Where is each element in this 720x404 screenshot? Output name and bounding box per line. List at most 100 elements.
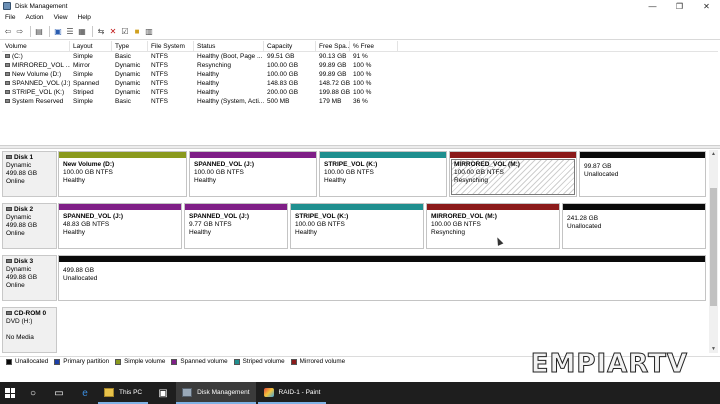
pane-splitter[interactable] (0, 145, 720, 149)
volume-partition[interactable]: SPANNED_VOL (J:) 9.77 GB NTFS Healthy (184, 203, 288, 249)
partition-details: New Volume (D:) 100.00 GB NTFS Healthy (61, 160, 184, 194)
taskbar: ○ ▭ e This PC ▣ Disk Management RAID-1 -… (0, 382, 720, 404)
menu-bar: File Action View Help (0, 12, 720, 23)
volume-partition[interactable]: MIRRORED_VOL (M:) 100.00 GB NTFS Resynchin… (449, 151, 577, 197)
scrollbar-thumb[interactable] (710, 188, 717, 306)
unallocated-space[interactable]: 241.28 GB Unallocated (562, 203, 706, 249)
start-button[interactable] (0, 382, 20, 404)
cell-volume: System Reserved (2, 97, 70, 106)
cell-layout: Mirror (73, 62, 90, 69)
column-status[interactable]: Status (194, 41, 264, 51)
column-volume[interactable]: Volume (2, 41, 70, 51)
open-folder-icon[interactable]: ■ (132, 26, 142, 36)
store-icon[interactable]: ▣ (150, 382, 176, 404)
partition-size: 100.00 GB NTFS (454, 169, 504, 176)
task-view-icon[interactable]: ▭ (46, 382, 72, 404)
cell-type: Dynamic (115, 62, 141, 69)
column-file-system[interactable]: File System (148, 41, 194, 51)
unallocated-space[interactable]: 99.87 GB Unallocated (579, 151, 706, 197)
volume-name: STRIPE_VOL (K:) (12, 89, 65, 96)
disk-management-window: Disk Management — ❐ ✕ File Action View H… (0, 0, 720, 382)
legend-label: Unallocated (15, 358, 49, 365)
task-this-pc[interactable]: This PC (98, 382, 149, 404)
edge-browser-icon[interactable]: e (72, 382, 98, 404)
cell-free-space: 99.89 GB (319, 62, 347, 69)
column-capacity[interactable]: Capacity (264, 41, 316, 51)
table-row[interactable]: MIRRORED_VOL ... Mirror Dynamic NTFS Resynch… (2, 61, 718, 70)
disk-size: 499.88 GB (6, 170, 38, 177)
volume-partition[interactable]: STRIPE_VOL (K:) 100.00 GB NTFS Healthy (319, 151, 447, 197)
column-layout[interactable]: Layout (70, 41, 112, 51)
partition-size: 100.00 GB NTFS (194, 169, 244, 176)
partition-color-bar (59, 204, 181, 210)
volume-partition[interactable]: MIRRORED_VOL (M:) 100.00 GB NTFS Resynchin… (426, 203, 560, 249)
delete-icon[interactable]: ✕ (108, 26, 118, 36)
cell-file-system: NTFS (151, 89, 168, 96)
volume-list-header: Volume Layout Type File System Status Ca… (2, 41, 718, 52)
volume-partition[interactable]: SPANNED_VOL (J:) 48.83 GB NTFS Healthy (58, 203, 182, 249)
disk-label[interactable]: Disk 3 Dynamic 499.88 GB Online (2, 255, 57, 301)
table-row[interactable]: SPANNED_VOL (J:) Spanned Dynamic NTFS Health… (2, 79, 718, 88)
table-row[interactable]: (C:) Simple Basic NTFS Healthy (Boot, Page .… (2, 52, 718, 61)
menu-file[interactable]: File (0, 14, 20, 21)
maximize-button[interactable]: ❐ (666, 0, 693, 12)
view-icon[interactable]: ▥ (144, 26, 154, 36)
partition-status: Healthy (63, 177, 86, 184)
menu-help[interactable]: Help (73, 14, 96, 21)
vertical-scrollbar[interactable]: ▲ ▼ (709, 150, 718, 353)
back-arrow-icon[interactable]: ⇦ (3, 26, 13, 36)
partition-details: 499.88 GB Unallocated (61, 264, 703, 298)
toolbar: ⇦ ⇨ ▤ ▣ ☰ ▦ ⇆ ✕ ☑ ■ ▥ (0, 23, 720, 40)
connect-icon[interactable]: ⇆ (96, 26, 106, 36)
column-percent-free[interactable]: % Free (350, 41, 398, 51)
cell-capacity: 99.51 GB (267, 53, 295, 60)
scroll-up-icon[interactable]: ▲ (709, 150, 718, 158)
cell-type: Basic (115, 53, 131, 60)
scroll-down-icon[interactable]: ▼ (709, 345, 718, 353)
task-paint[interactable]: RAID-1 - Paint (257, 382, 327, 404)
list-view-icon[interactable]: ☰ (65, 26, 75, 36)
partition-details: MIRRORED_VOL (M:) 100.00 GB NTFS Resynchin… (451, 159, 575, 195)
close-button[interactable]: ✕ (693, 0, 720, 12)
partition-name: SPANNED_VOL (J:) (194, 161, 255, 168)
properties-icon[interactable]: ▣ (53, 26, 63, 36)
partition-name: STRIPE_VOL (K:) (324, 161, 378, 168)
disk-label[interactable]: CD-ROM 0 DVD (H:) No Media (2, 307, 57, 353)
disk-icon (6, 207, 12, 212)
table-row[interactable]: STRIPE_VOL (K:) Striped Dynamic NTFS Healthy… (2, 88, 718, 97)
minimize-button[interactable]: — (639, 0, 666, 12)
task-disk-management[interactable]: Disk Management (176, 382, 256, 404)
partition-size: 9.77 GB NTFS (189, 221, 232, 228)
disk-label[interactable]: Disk 1 Dynamic 499.88 GB Online (2, 151, 57, 197)
cell-percent-free: 91 % (353, 53, 368, 60)
disk-type: Dynamic (6, 266, 32, 273)
volume-partition[interactable]: New Volume (D:) 100.00 GB NTFS Healthy (58, 151, 187, 197)
volume-icon (5, 54, 10, 59)
cell-capacity: 500 MB (267, 98, 290, 105)
unallocated-space[interactable]: 499.88 GB Unallocated (58, 255, 706, 301)
volume-partition[interactable]: SPANNED_VOL (J:) 100.00 GB NTFS Healthy (189, 151, 317, 197)
partition-color-bar (563, 204, 705, 210)
table-row[interactable]: New Volume (D:) Simple Dynamic NTFS Healthy 1… (2, 70, 718, 79)
forward-arrow-icon[interactable]: ⇨ (15, 26, 25, 36)
disk-label[interactable]: Disk 2 Dynamic 499.88 GB Online (2, 203, 57, 249)
cell-free-space: 199.88 GB (319, 89, 350, 96)
cell-free-space: 90.13 GB (319, 53, 347, 60)
menu-action[interactable]: Action (20, 14, 48, 21)
column-type[interactable]: Type (112, 41, 148, 51)
table-row[interactable]: System Reserved Simple Basic NTFS Healthy (S… (2, 97, 718, 106)
check-icon[interactable]: ☑ (120, 26, 130, 36)
menu-view[interactable]: View (49, 14, 73, 21)
volume-partition[interactable]: STRIPE_VOL (K:) 100.00 GB NTFS Healthy (290, 203, 424, 249)
partition-color-bar (185, 204, 287, 210)
column-free-space[interactable]: Free Spa... (316, 41, 350, 51)
partition-size: 100.00 GB NTFS (324, 169, 374, 176)
search-icon[interactable]: ○ (20, 382, 46, 404)
help-icon[interactable]: ▦ (77, 26, 87, 36)
volume-name: MIRRORED_VOL ... (12, 62, 70, 69)
partition-color-bar (580, 152, 705, 158)
cell-layout: Simple (73, 98, 93, 105)
cell-volume: STRIPE_VOL (K:) (2, 88, 70, 97)
cell-type: Dynamic (115, 80, 141, 87)
console-tree-icon[interactable]: ▤ (34, 26, 44, 36)
